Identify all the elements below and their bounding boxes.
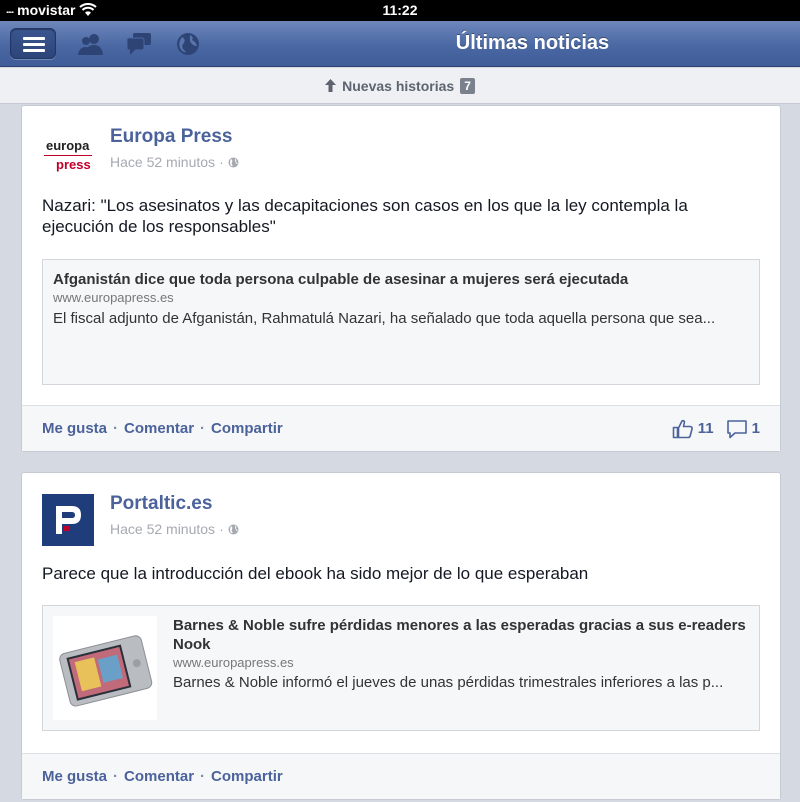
comment-icon bbox=[726, 419, 747, 438]
link-preview[interactable]: Afganistán dice que toda persona culpabl… bbox=[42, 259, 760, 385]
story-card: Portaltic.es Hace 52 minutos · Parece qu… bbox=[21, 472, 781, 800]
story-message: Nazari: "Los asesinatos y las decapitaci… bbox=[42, 196, 688, 236]
portaltic-p-icon bbox=[56, 506, 81, 534]
story-actions: Me gusta · Comentar · Compartir 11 1 bbox=[22, 405, 780, 451]
new-stories-bar[interactable]: Nuevas historias 7 bbox=[0, 68, 800, 104]
link-text: Barnes & Noble sufre pérdidas menores a … bbox=[173, 616, 747, 691]
link-title: Barnes & Noble sufre pérdidas menores a … bbox=[173, 617, 746, 653]
story-card: europa press Europa Press Hace 52 minuto… bbox=[21, 105, 781, 452]
story-actions: Me gusta · Comentar · Compartir bbox=[22, 753, 780, 799]
story-time[interactable]: Hace 52 minutos bbox=[110, 521, 215, 537]
portaltic-logo[interactable] bbox=[42, 494, 94, 546]
arrow-up-icon bbox=[325, 79, 337, 92]
europa-press-logo[interactable]: europa press bbox=[42, 126, 94, 178]
nav-bar: Últimas noticias bbox=[0, 21, 800, 67]
story-time[interactable]: Hace 52 minutos bbox=[110, 154, 215, 170]
like-count: 11 bbox=[697, 420, 714, 437]
story-counts[interactable]: 11 1 bbox=[672, 406, 760, 451]
thumbs-up-icon bbox=[672, 419, 693, 438]
new-stories-label: Nuevas historias bbox=[342, 77, 455, 94]
like-button[interactable]: Me gusta bbox=[42, 420, 107, 437]
link-domain: www.europapress.es bbox=[173, 655, 294, 670]
story-message: Parece que la introducción del ebook ha … bbox=[42, 564, 589, 583]
link-domain: www.europapress.es bbox=[53, 290, 174, 305]
link-description: El fiscal adjunto de Afganistán, Rahmatu… bbox=[53, 310, 716, 327]
story-meta: Hace 52 minutos · bbox=[110, 521, 239, 537]
share-button[interactable]: Compartir bbox=[211, 420, 283, 437]
link-preview[interactable]: Barnes & Noble sufre pérdidas menores a … bbox=[42, 605, 760, 731]
menu-button[interactable] bbox=[10, 28, 56, 59]
friends-icon[interactable] bbox=[78, 32, 104, 56]
comment-button[interactable]: Comentar bbox=[124, 420, 194, 437]
story-meta: Hace 52 minutos · bbox=[110, 154, 239, 170]
story-source[interactable]: Portaltic.es bbox=[110, 493, 212, 515]
status-time: 11:22 bbox=[382, 2, 418, 18]
globe-icon[interactable] bbox=[175, 32, 201, 56]
link-title: Afganistán dice que toda persona culpabl… bbox=[53, 271, 629, 288]
share-button[interactable]: Compartir bbox=[211, 768, 283, 785]
messages-icon[interactable] bbox=[126, 32, 152, 56]
public-globe-icon bbox=[228, 524, 239, 534]
status-bar: .... movistar 11:22 bbox=[0, 0, 800, 21]
link-description: Barnes & Noble informó el jueves de unas… bbox=[173, 674, 724, 691]
new-stories-count: 7 bbox=[460, 77, 475, 94]
story-source[interactable]: Europa Press bbox=[110, 126, 233, 148]
ereader-thumbnail bbox=[53, 616, 157, 720]
page-title: Últimas noticias bbox=[455, 32, 610, 54]
like-button[interactable]: Me gusta bbox=[42, 768, 107, 785]
comment-count: 1 bbox=[751, 420, 760, 437]
comment-button[interactable]: Comentar bbox=[124, 768, 194, 785]
public-globe-icon bbox=[228, 157, 239, 167]
